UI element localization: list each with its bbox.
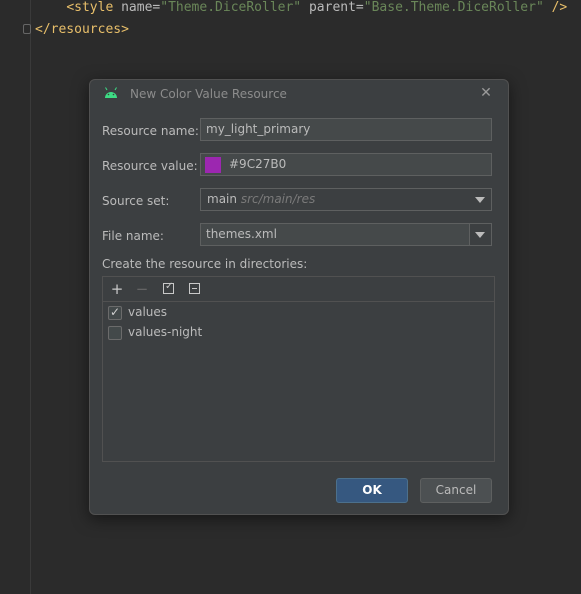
remove-icon[interactable]: − <box>133 280 151 298</box>
resource-name-label: Resource name: <box>102 124 199 138</box>
resource-value-input[interactable]: #9C27B0 <box>200 153 492 176</box>
color-swatch[interactable] <box>205 156 221 173</box>
resource-value-label: Resource value: <box>102 159 198 173</box>
file-name-combo[interactable]: themes.xml <box>200 223 492 246</box>
ok-button[interactable]: OK <box>336 478 408 503</box>
directories-panel: + − ✓ ✓ values values-night <box>102 276 495 462</box>
file-name-label: File name: <box>102 229 164 243</box>
editor-gutter <box>0 0 31 594</box>
unselect-all-icon[interactable] <box>189 283 200 294</box>
directory-label: values <box>128 305 168 319</box>
close-icon[interactable]: ✕ <box>478 84 494 102</box>
dialog-title-bar[interactable]: New Color Value Resource ✕ <box>90 80 508 108</box>
values-checkbox[interactable]: ✓ <box>108 305 122 320</box>
dialog-title: New Color Value Resource <box>130 87 287 101</box>
resource-name-input[interactable]: my_light_primary <box>200 118 492 141</box>
select-all-icon[interactable]: ✓ <box>163 281 174 294</box>
source-set-label: Source set: <box>102 194 170 208</box>
new-color-resource-dialog: New Color Value Resource ✕ Resource name… <box>89 79 509 515</box>
chevron-down-icon <box>475 232 485 238</box>
directories-label: Create the resource in directories: <box>102 257 308 271</box>
source-set-dropdown[interactable]: main src/main/res <box>200 188 492 211</box>
add-icon[interactable]: + <box>108 280 126 298</box>
directories-toolbar: + − ✓ <box>103 277 494 302</box>
fold-marker-icon[interactable] <box>23 24 31 34</box>
cancel-button[interactable]: Cancel <box>420 478 492 503</box>
code-line-2[interactable]: </resources> <box>35 22 129 37</box>
file-name-dropdown-button[interactable] <box>469 224 491 245</box>
directory-label: values-night <box>128 325 203 339</box>
code-line-1[interactable]: <style name="Theme.DiceRoller" parent="B… <box>35 0 567 15</box>
values-night-checkbox[interactable] <box>108 326 122 340</box>
chevron-down-icon <box>475 197 485 203</box>
android-icon <box>105 87 117 98</box>
